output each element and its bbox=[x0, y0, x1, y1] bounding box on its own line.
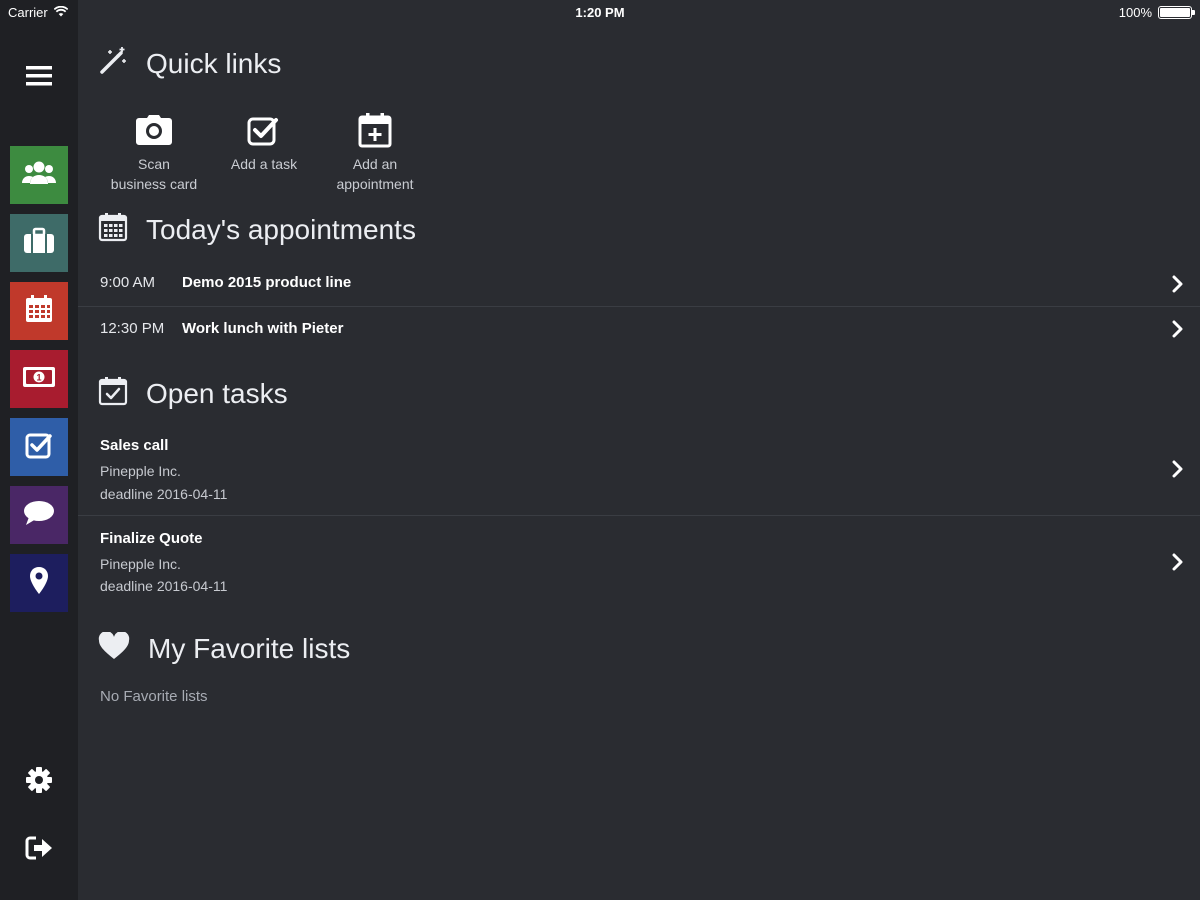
map-pin-icon bbox=[28, 566, 50, 601]
svg-text:1: 1 bbox=[36, 372, 41, 382]
task-row[interactable]: Sales call Pinepple Inc. deadline 2016-0… bbox=[78, 426, 1200, 514]
task-row[interactable]: Finalize Quote Pinepple Inc. deadline 20… bbox=[78, 516, 1200, 604]
gear-icon bbox=[25, 766, 53, 799]
task-company: Pinepple Inc. bbox=[100, 556, 181, 572]
check-square-icon bbox=[24, 430, 54, 465]
heart-icon bbox=[98, 631, 130, 665]
section-title: Open tasks bbox=[146, 377, 288, 409]
money-icon: 1 bbox=[22, 365, 56, 394]
chevron-right-icon bbox=[1172, 460, 1184, 483]
quick-link-label-line2: business card bbox=[110, 176, 198, 192]
calendar-check-icon bbox=[98, 376, 128, 411]
quick-link-add-appointment[interactable]: Add an appointment bbox=[315, 112, 435, 194]
quick-links-header: Quick links bbox=[98, 46, 281, 81]
chevron-right-icon bbox=[1172, 553, 1184, 576]
appointment-row[interactable]: 12:30 PM Work lunch with Pieter bbox=[78, 307, 1200, 351]
quick-link-label: Add a task bbox=[230, 156, 298, 172]
quick-link-label: Scan bbox=[138, 156, 170, 172]
quick-link-label: Add an bbox=[352, 156, 398, 172]
appointment-title: Work lunch with Pieter bbox=[182, 320, 344, 337]
quick-link-add-task[interactable]: Add a task bbox=[204, 112, 324, 174]
calendar-plus-icon bbox=[358, 112, 392, 153]
calendar-icon bbox=[24, 294, 54, 329]
sidebar-item-accounts[interactable] bbox=[10, 214, 68, 272]
section-title: Today's appointments bbox=[146, 213, 416, 245]
magic-wand-icon bbox=[98, 46, 128, 81]
favorites-header: My Favorite lists bbox=[98, 631, 351, 665]
users-icon bbox=[22, 159, 56, 192]
chevron-right-icon bbox=[1172, 275, 1184, 298]
section-title: Quick links bbox=[146, 47, 282, 79]
appointment-row[interactable]: 9:00 AM Demo 2015 product line bbox=[78, 262, 1200, 306]
appointment-time: 12:30 PM bbox=[100, 320, 165, 337]
chevron-right-icon bbox=[1172, 320, 1184, 343]
hamburger-menu-icon[interactable] bbox=[19, 56, 59, 96]
task-title: Finalize Quote bbox=[100, 530, 203, 547]
main-content: Quick links Scan business card Add a tas… bbox=[78, 0, 1200, 900]
sidebar: 1 bbox=[0, 0, 78, 900]
logout-button[interactable] bbox=[19, 830, 59, 870]
appointment-time: 9:00 AM bbox=[100, 274, 156, 291]
sidebar-item-contacts[interactable] bbox=[10, 146, 68, 204]
quick-link-scan-business-card[interactable]: Scan business card bbox=[94, 112, 214, 194]
calendar-icon bbox=[98, 212, 128, 247]
quick-link-label-line2: appointment bbox=[336, 176, 414, 192]
task-deadline: deadline 2016-04-11 bbox=[100, 578, 228, 594]
sidebar-item-tasks[interactable] bbox=[10, 418, 68, 476]
appointments-header: Today's appointments bbox=[98, 212, 416, 247]
sidebar-item-calendar[interactable] bbox=[10, 282, 68, 340]
section-title: My Favorite lists bbox=[148, 632, 351, 664]
task-deadline: deadline 2016-04-11 bbox=[100, 486, 228, 502]
sign-out-icon bbox=[25, 835, 53, 866]
camera-icon bbox=[135, 114, 173, 151]
check-square-icon bbox=[247, 114, 281, 151]
sidebar-item-opportunities[interactable]: 1 bbox=[10, 350, 68, 408]
task-title: Sales call bbox=[100, 437, 169, 454]
task-company: Pinepple Inc. bbox=[100, 463, 181, 479]
sidebar-item-locations[interactable] bbox=[10, 554, 68, 612]
open-tasks-header: Open tasks bbox=[98, 376, 288, 411]
briefcase-icon bbox=[23, 227, 55, 260]
sidebar-item-messages[interactable] bbox=[10, 486, 68, 544]
empty-favorites-text: No Favorite lists bbox=[100, 688, 208, 705]
settings-button[interactable] bbox=[19, 762, 59, 802]
appointment-title: Demo 2015 product line bbox=[182, 274, 352, 291]
chat-bubble-icon bbox=[23, 499, 55, 532]
